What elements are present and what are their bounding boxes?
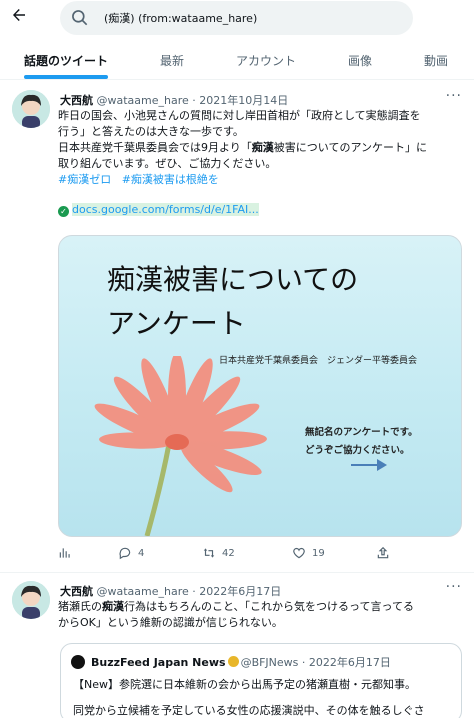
survey-note: 無記名のアンケートです。 (305, 427, 418, 438)
flower-illustration (94, 356, 267, 536)
tweet-actions: 4 42 19 (58, 546, 468, 566)
tab-top[interactable]: 話題のツイート (24, 52, 108, 69)
tweet-header: 大西航 @wataame_hare · 2022年6月17日 (60, 583, 281, 599)
author-name[interactable]: 大西航 (60, 585, 93, 598)
tab-videos[interactable]: 動画 (424, 52, 448, 69)
reply-icon (119, 547, 131, 560)
survey-title: アンケート (107, 307, 246, 340)
tweet-line: からOK」という維新の認識が信じられない。 (58, 616, 283, 629)
quoted-tweet-text: 【New】参院選に日本維新の会から出馬予定の猪瀬直樹・元都知事。 (73, 678, 416, 691)
tweet-text: 猪瀬氏の痴漢行為はもちろんのこと、「これから気をつけるって言ってる からOK」と… (58, 599, 466, 631)
quoted-author-handle: @BFJNews · 2022年6月17日 (240, 656, 391, 669)
analytics-button[interactable] (58, 546, 72, 566)
share-icon (377, 546, 389, 559)
tweet-line: 取り組んでいます。ぜひ、ご協力ください。 (58, 157, 277, 170)
quoted-tweet-text: 同党から立候補を予定している女性の応援演説中、その体を触るしぐさ (73, 704, 425, 717)
heart-icon (293, 547, 305, 559)
highlight-term: 痴漢 (102, 600, 124, 613)
tweet-header: 大西航 @wataame_hare · 2021年10月14日 (60, 92, 288, 108)
author-name[interactable]: 大西航 (60, 94, 93, 107)
survey-image[interactable]: 痴漢被害についての アンケート 日本共産党千葉県委員会 ジェンダー平等委員会 無… (58, 235, 462, 537)
back-arrow-icon[interactable] (8, 6, 30, 28)
tweet[interactable]: 大西航 @wataame_hare · 2022年6月17日 ··· 猪瀬氏の痴… (0, 573, 474, 718)
search-tabs: 話題のツイート 最新 アカウント 画像 動画 (0, 42, 474, 80)
tab-images[interactable]: 画像 (348, 52, 372, 69)
search-icon (72, 10, 88, 26)
retweet-button[interactable]: 42 (202, 546, 235, 566)
tweet-text: 昨日の国会、小池晃さんの質問に対し岸田首相が「政府として実態調査を 行う」と答え… (58, 108, 466, 218)
more-options-icon[interactable]: ··· (446, 88, 462, 104)
tab-accounts[interactable]: アカウント (236, 52, 296, 69)
tweet-line: 日本共産党千葉県委員会では9月より「痴漢被害についてのアンケート」に (58, 140, 466, 156)
reply-button[interactable]: 4 (118, 546, 144, 566)
external-link[interactable]: ✓ docs.google.com/forms/d/e/1FAI... (58, 202, 466, 218)
survey-organization: 日本共産党千葉県委員会 ジェンダー平等委員会 (219, 356, 418, 366)
more-options-icon[interactable]: ··· (446, 579, 462, 595)
author-handle[interactable]: @wataame_hare (97, 94, 189, 107)
quoted-tweet[interactable]: BuzzFeed Japan News @BFJNews · 2022年6月17日… (60, 643, 462, 718)
survey-title: 痴漢被害についての (107, 263, 359, 296)
tweet-line: 行う」と答えたのは大きな一歩です。 (58, 125, 244, 138)
avatar[interactable] (12, 581, 50, 619)
quoted-author-name: BuzzFeed Japan News (91, 656, 226, 669)
reply-count: 4 (138, 547, 145, 559)
tab-latest[interactable]: 最新 (160, 52, 184, 69)
hashtags: #痴漢ゼロ #痴漢被害は根絶を (58, 172, 466, 188)
active-tab-indicator (24, 75, 108, 79)
verified-link-icon: ✓ (58, 206, 69, 217)
hashtag[interactable]: #痴漢被害は根絶を (122, 173, 219, 186)
tweet-text-part: 猪瀬氏の (58, 600, 102, 613)
highlight-term: 痴漢 (251, 141, 274, 154)
search-header (0, 0, 474, 36)
avatar[interactable] (12, 90, 50, 128)
tweet-line: 昨日の国会、小池晃さんの質問に対し岸田首相が「政府として実態調査を (58, 109, 421, 122)
like-button[interactable]: 19 (292, 546, 325, 566)
search-box[interactable] (60, 1, 413, 35)
author-handle[interactable]: @wataame_hare (97, 585, 189, 598)
buzzfeed-logo-icon (71, 655, 85, 669)
quoted-tweet-header: BuzzFeed Japan News @BFJNews · 2022年6月17日 (91, 654, 391, 670)
like-count: 19 (312, 547, 325, 559)
link-text[interactable]: docs.google.com/forms/d/e/1FAI... (72, 203, 259, 216)
tweet-date[interactable]: · 2022年6月17日 (192, 585, 281, 598)
hashtag[interactable]: #痴漢ゼロ (58, 173, 111, 186)
retweet-count: 42 (222, 547, 235, 559)
share-button[interactable] (376, 546, 390, 566)
arrow-right-icon (351, 459, 387, 471)
retweet-icon (203, 548, 215, 558)
tweet-text-part: 日本共産党千葉県委員会では9月より「 (58, 141, 252, 154)
tweet-text-part: 被害についてのアンケート」に (273, 141, 428, 154)
tweet[interactable]: 大西航 @wataame_hare · 2021年10月14日 ··· 昨日の国… (0, 82, 474, 572)
tweet-date[interactable]: · 2021年10月14日 (192, 94, 288, 107)
tweet-text-part: 行為はもちろんのこと、「これから気をつけるって言ってる (124, 600, 414, 613)
tweet-line: 猪瀬氏の痴漢行為はもちろんのこと、「これから気をつけるって言ってる (58, 599, 466, 615)
search-input[interactable] (104, 8, 394, 28)
survey-note: どうぞご協力ください。 (305, 445, 410, 456)
verified-badge-icon (227, 656, 239, 667)
analytics-icon (59, 548, 70, 558)
